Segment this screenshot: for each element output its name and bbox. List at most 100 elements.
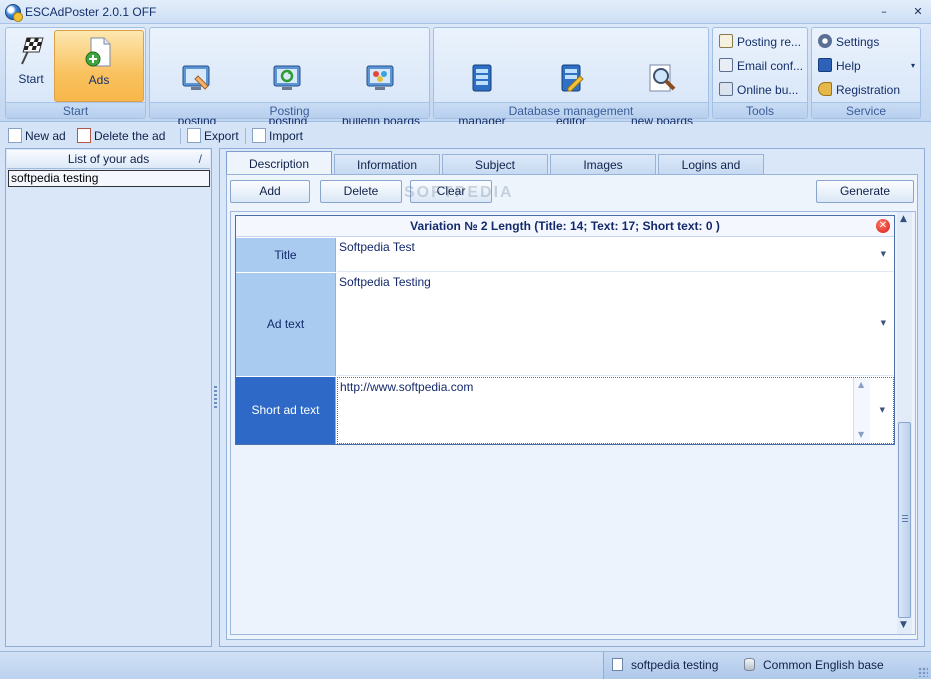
ribbon-group-posting: Manual posting Automatic posting Popular… bbox=[149, 27, 430, 128]
ads-list-header-label: List of your ads bbox=[67, 152, 150, 166]
registration-label: Registration bbox=[836, 83, 901, 97]
ad-text-row-label: Ad text bbox=[236, 273, 336, 376]
remove-variation-icon[interactable]: ✕ bbox=[876, 219, 890, 233]
current-ad-status: softpedia testing bbox=[612, 658, 718, 672]
ad-text-field[interactable]: Softpedia Testing ▼ bbox=[337, 273, 894, 376]
ad-text-dropdown-icon[interactable]: ▼ bbox=[881, 319, 886, 327]
posting-report-label: Posting re... bbox=[737, 35, 802, 49]
database-editor-icon bbox=[554, 48, 588, 92]
ribbon-group-database: Database manager Database editor Search … bbox=[433, 27, 709, 128]
document-icon bbox=[612, 658, 623, 671]
database-icon bbox=[744, 658, 755, 671]
title-value: Softpedia Test bbox=[339, 240, 415, 254]
variation-header: Variation № 2 Length (Title: 14; Text: 1… bbox=[236, 216, 894, 237]
settings-label: Settings bbox=[836, 35, 880, 49]
export-icon bbox=[187, 128, 201, 143]
app-globe-icon bbox=[5, 4, 23, 22]
delete-variation-button[interactable]: Delete bbox=[320, 180, 402, 203]
posting-report-button[interactable]: Posting re... bbox=[719, 31, 801, 53]
title-row-label: Title bbox=[236, 238, 336, 272]
generate-button[interactable]: Generate bbox=[816, 180, 914, 203]
online-boards-label: Online bu... bbox=[737, 83, 799, 97]
settings-button[interactable]: Settings bbox=[818, 31, 879, 53]
delete-ad-label: Delete the ad bbox=[94, 129, 166, 143]
clear-button[interactable]: Clear bbox=[410, 180, 492, 203]
automatic-posting-icon bbox=[271, 48, 305, 90]
search-new-boards-button[interactable]: Search for new boards bbox=[620, 30, 704, 128]
email-config-label: Email conf... bbox=[737, 59, 804, 73]
new-ad-button[interactable]: New ad bbox=[8, 127, 66, 145]
registration-button[interactable]: Registration bbox=[818, 79, 900, 101]
ribbon: Start Ads Start Manual posting Automatic… bbox=[0, 24, 931, 128]
title-dropdown-icon[interactable]: ▼ bbox=[881, 250, 886, 258]
chevron-down-icon[interactable]: ▾ bbox=[911, 55, 915, 77]
new-ad-icon bbox=[8, 128, 22, 143]
key-icon bbox=[818, 82, 832, 96]
automatic-posting-button[interactable]: Automatic posting bbox=[246, 30, 330, 128]
status-bar: softpedia testing Common English base bbox=[0, 651, 931, 679]
scroll-down-icon[interactable]: ▼ bbox=[858, 430, 864, 439]
help-button[interactable]: Help ▾ bbox=[818, 55, 915, 77]
close-window-button[interactable]: ✕ bbox=[910, 4, 926, 20]
tab-logins-passwords[interactable]: Logins and passwo... bbox=[658, 154, 764, 192]
delete-ad-button[interactable]: Delete the ad bbox=[77, 127, 165, 145]
scroll-grip-icon bbox=[902, 515, 908, 523]
database-manager-button[interactable]: Database manager bbox=[440, 30, 524, 128]
import-button[interactable]: Import bbox=[252, 127, 303, 145]
gear-icon bbox=[818, 34, 832, 48]
scroll-up-icon[interactable]: ▲ bbox=[900, 214, 907, 224]
popular-boards-button[interactable]: Popular bulletin boards bbox=[336, 30, 426, 128]
manual-posting-icon bbox=[180, 48, 214, 90]
magnifier-icon bbox=[645, 48, 679, 92]
list-item[interactable]: softpedia testing bbox=[8, 170, 210, 187]
ad-text-value: Softpedia Testing bbox=[339, 275, 431, 289]
help-label: Help bbox=[836, 59, 861, 73]
help-book-icon bbox=[818, 58, 832, 72]
tab-information[interactable]: Information bbox=[334, 154, 440, 174]
delete-ad-icon bbox=[77, 128, 91, 143]
short-ad-text-field[interactable]: http://www.softpedia.com ▼ bbox=[337, 377, 894, 444]
scroll-down-icon[interactable]: ▼ bbox=[900, 620, 907, 630]
resize-grip-icon[interactable] bbox=[918, 667, 928, 677]
ribbon-group-tools: Posting re... Email conf... Online bu...… bbox=[712, 27, 808, 119]
vertical-scrollbar[interactable]: ▲ ▼ bbox=[897, 212, 912, 634]
scroll-thumb[interactable] bbox=[898, 422, 911, 618]
short-ad-text-row-label: Short ad text bbox=[236, 377, 336, 444]
checkered-flag-icon bbox=[14, 34, 48, 68]
short-ad-text-scrollbar[interactable]: ▲ ▼ bbox=[853, 378, 870, 443]
online-icon bbox=[719, 82, 733, 96]
start-button[interactable]: Start bbox=[8, 30, 54, 102]
short-ad-text-value: http://www.softpedia.com bbox=[340, 380, 474, 394]
toolbar-separator bbox=[245, 128, 246, 144]
add-variation-button[interactable]: Add bbox=[230, 180, 310, 203]
export-button[interactable]: Export bbox=[187, 127, 239, 145]
tab-description[interactable]: Description bbox=[226, 151, 332, 175]
tab-images[interactable]: Images bbox=[550, 154, 656, 174]
group-label-database: Database management bbox=[434, 102, 708, 118]
group-label-service: Service bbox=[812, 102, 920, 118]
ribbon-group-start: Start Ads Start bbox=[5, 27, 146, 119]
title-field[interactable]: Softpedia Test ▼ bbox=[337, 238, 894, 272]
import-icon bbox=[252, 128, 266, 143]
add-document-icon bbox=[82, 35, 116, 69]
bulletin-boards-icon bbox=[364, 48, 398, 90]
database-editor-button[interactable]: Database editor bbox=[530, 30, 612, 128]
ads-label: Ads bbox=[88, 73, 110, 87]
export-label: Export bbox=[204, 129, 239, 143]
ads-button[interactable]: Ads bbox=[54, 30, 144, 102]
tab-subject[interactable]: Subject bbox=[442, 154, 548, 174]
short-ad-text-dropdown-icon[interactable]: ▼ bbox=[880, 406, 885, 414]
minimize-button[interactable]: – bbox=[876, 4, 892, 20]
group-label-posting: Posting bbox=[150, 102, 429, 118]
manual-posting-button[interactable]: Manual posting bbox=[156, 30, 238, 128]
ad-editor-panel: Description Information Subject Images L… bbox=[219, 148, 925, 647]
scroll-up-icon[interactable]: ▲ bbox=[858, 380, 864, 389]
ads-list-header[interactable]: List of your ads / bbox=[7, 150, 210, 169]
group-label-tools: Tools bbox=[713, 102, 807, 118]
email-config-button[interactable]: Email conf... bbox=[719, 55, 803, 77]
online-boards-button[interactable]: Online bu... bbox=[719, 79, 798, 101]
group-label-start: Start bbox=[6, 102, 145, 118]
panel-splitter-handle[interactable] bbox=[214, 386, 217, 410]
import-label: Import bbox=[269, 129, 304, 143]
start-label: Start bbox=[18, 72, 44, 86]
